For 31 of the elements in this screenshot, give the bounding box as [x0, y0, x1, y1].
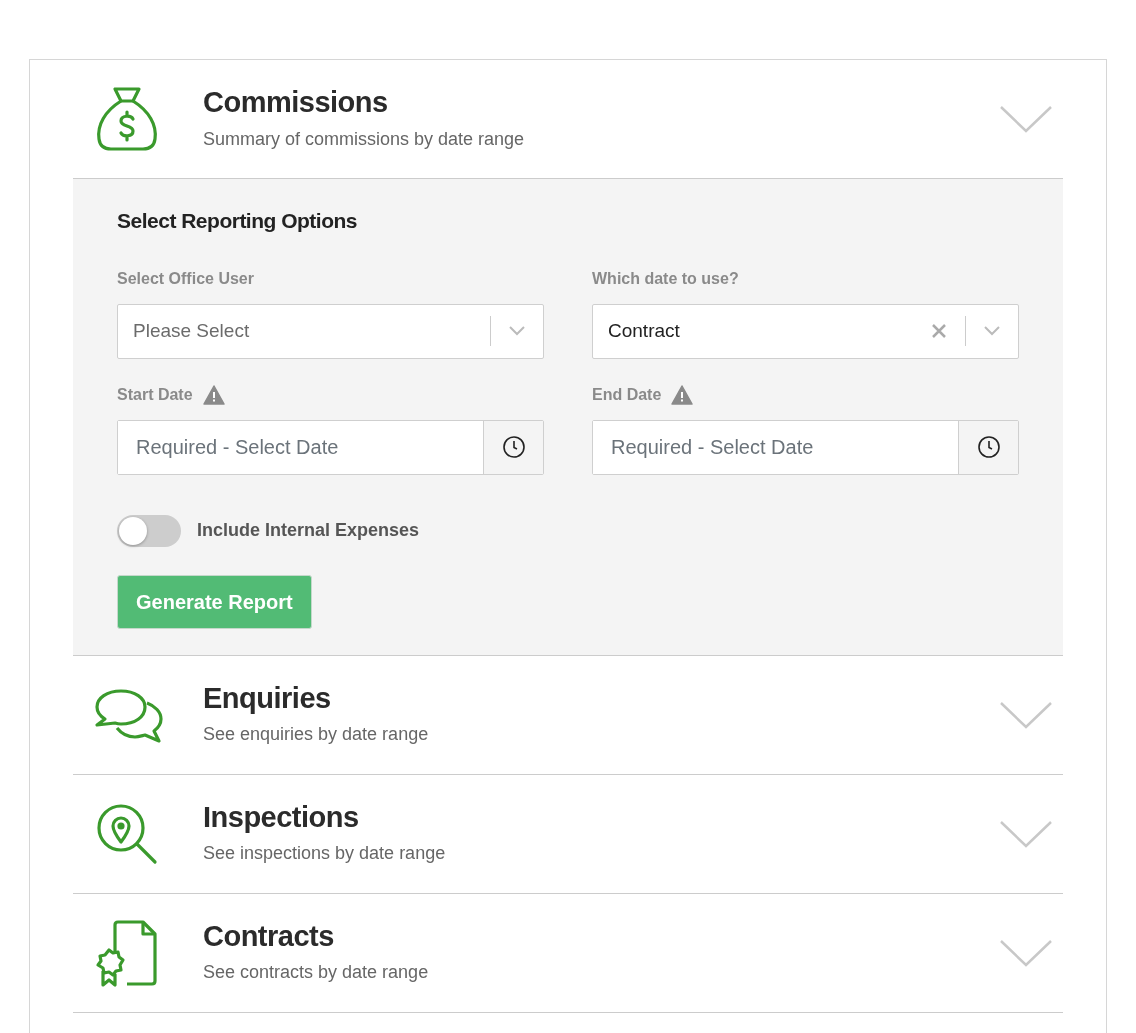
section-description: Summary of commissions by date range	[203, 127, 526, 151]
chevron-down-icon[interactable]	[999, 699, 1053, 730]
chevron-down-icon[interactable]	[999, 937, 1053, 968]
section-description: See enquiries by date range	[203, 723, 430, 747]
toggle-switch[interactable]	[117, 514, 181, 547]
section-header[interactable]: Enquiries See enquiries by date range	[73, 655, 1063, 774]
section-header[interactable]: Inspections See inspections by date range	[73, 774, 1063, 893]
chevron-down-icon[interactable]	[999, 818, 1053, 849]
chevron-down-icon[interactable]	[999, 104, 1053, 134]
section-title[interactable]: Contracts	[203, 918, 999, 954]
select-field[interactable]: Please Select	[117, 303, 544, 359]
section-description: See inspections by date range	[203, 842, 447, 866]
date-field[interactable]: Required - Select Date	[592, 419, 1019, 475]
field-label: Select Office User	[117, 268, 254, 289]
field-label: Which date to use?	[592, 268, 739, 289]
dropdown-caret-icon[interactable]	[982, 325, 1002, 337]
section-title[interactable]: Enquiries	[203, 680, 999, 716]
date-field[interactable]: Required - Select Date	[117, 419, 544, 475]
clock-icon[interactable]	[976, 435, 1001, 459]
field-label: Start Date	[117, 384, 193, 405]
section-title[interactable]: Inspections	[203, 799, 999, 835]
section-title[interactable]: Commissions	[203, 85, 999, 120]
panel-heading: Select Reporting Options	[117, 208, 359, 234]
section-header[interactable]: Contracts See contracts by date range	[73, 893, 1063, 1012]
toggle-label: Include Internal Expenses	[197, 519, 420, 542]
clock-icon[interactable]	[501, 435, 526, 459]
dropdown-caret-icon[interactable]	[507, 325, 527, 337]
section-description: See contracts by date range	[203, 961, 430, 985]
select-field[interactable]: Contract	[592, 303, 1019, 359]
clear-icon[interactable]	[931, 323, 947, 339]
field-label: End Date	[592, 384, 662, 405]
